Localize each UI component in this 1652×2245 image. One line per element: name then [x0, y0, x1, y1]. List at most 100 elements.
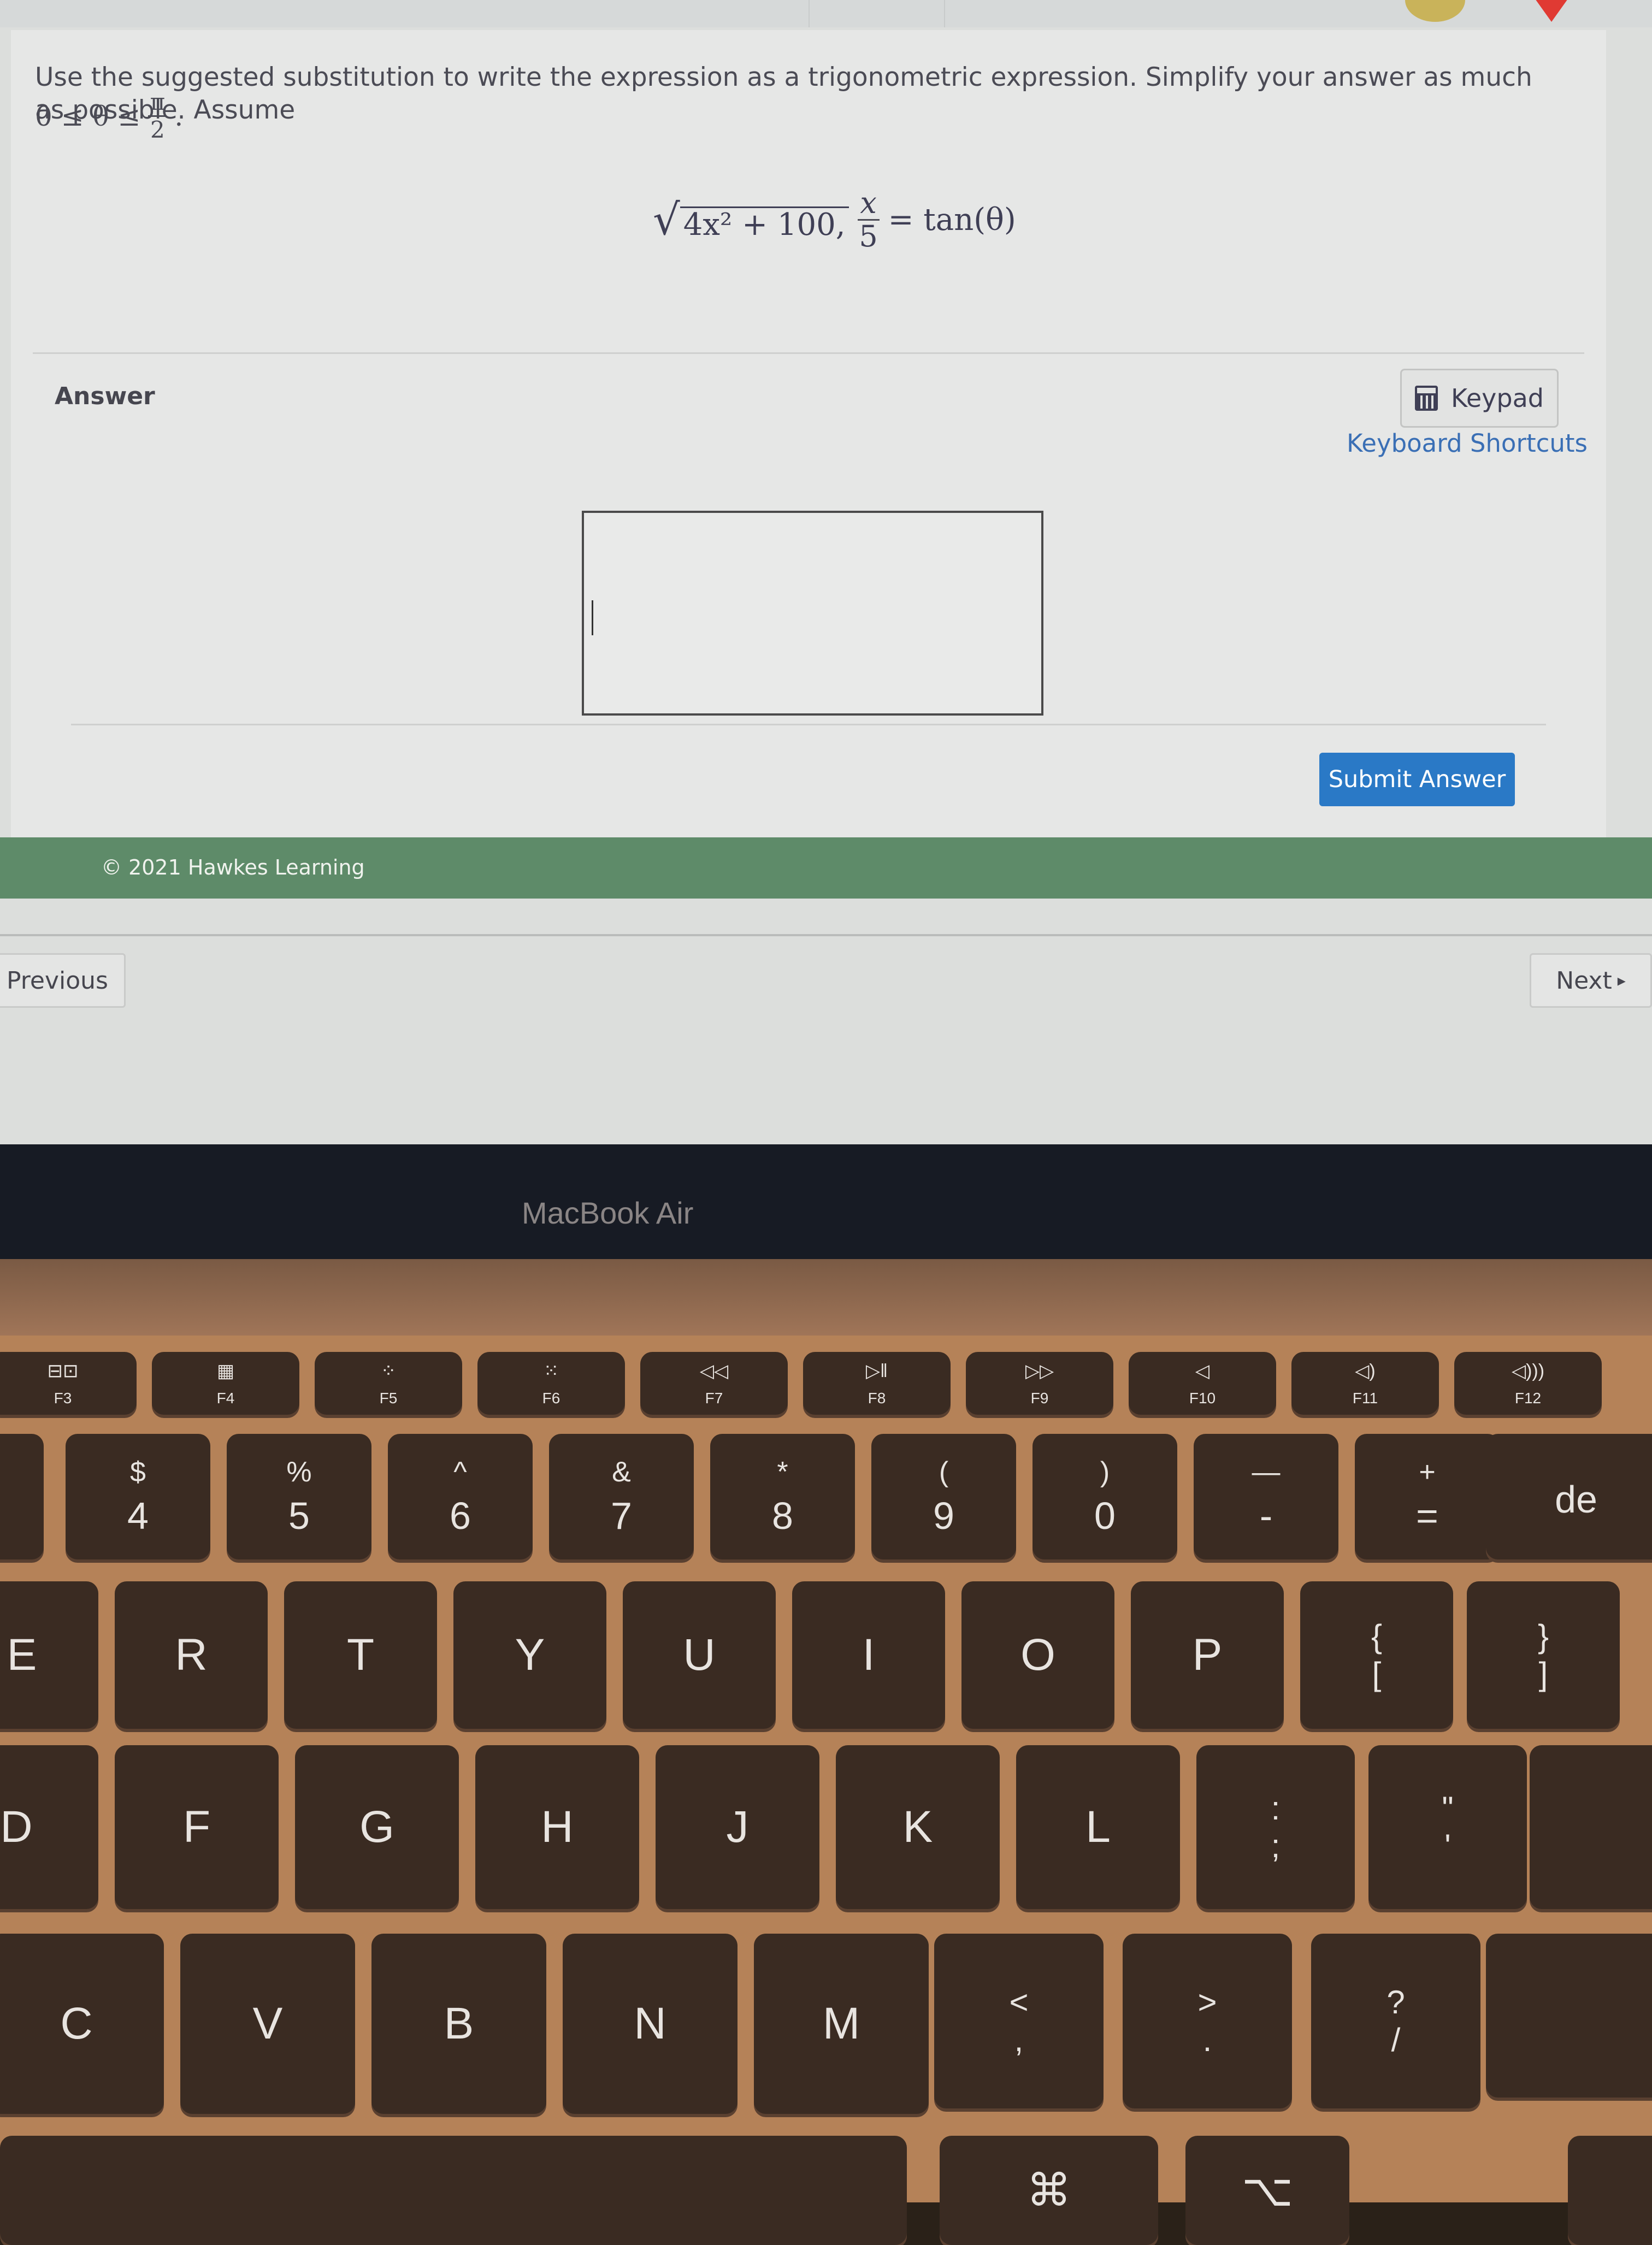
key-label: Y: [515, 1630, 545, 1680]
key-y[interactable]: Y: [453, 1581, 606, 1729]
key-delete[interactable]: de: [1486, 1434, 1652, 1559]
key-semicolon[interactable]: :;: [1196, 1745, 1355, 1909]
keyboard-shortcuts-link[interactable]: Keyboard Shortcuts: [1347, 429, 1588, 458]
key-label: P: [1192, 1630, 1223, 1680]
previous-button[interactable]: Previous: [0, 953, 126, 1008]
key-u[interactable]: U: [623, 1581, 776, 1729]
key--[interactable]: — -: [1194, 1434, 1338, 1559]
next-button[interactable]: Next ▸: [1530, 953, 1652, 1008]
question-prompt: Use the suggested substitution to write …: [35, 62, 1532, 125]
x-over-five: x 5: [857, 188, 880, 251]
volume-up-icon: ◁))): [1511, 1360, 1545, 1381]
key-shift-label: —: [1252, 1456, 1281, 1488]
key-label: F4: [216, 1389, 235, 1407]
next-arrow-icon: ▸: [1617, 971, 1626, 990]
key-0[interactable]: ) 0: [1032, 1434, 1177, 1559]
key-label: F11: [1352, 1389, 1378, 1407]
key-p[interactable]: P: [1131, 1581, 1284, 1729]
laptop-brand: MacBook Air: [522, 1196, 694, 1230]
key-main-label: ,: [1014, 2022, 1024, 2058]
key-shift-right[interactable]: [1486, 1934, 1652, 2098]
key-f3[interactable]: ⊟⊡ F3: [0, 1352, 137, 1415]
key-label: C: [60, 1999, 93, 2048]
key-main-label: -: [1259, 1494, 1273, 1537]
key-label: R: [175, 1630, 208, 1680]
key-t[interactable]: T: [284, 1581, 437, 1729]
key-arrow[interactable]: [1568, 2136, 1652, 2245]
key-label: F5: [379, 1389, 398, 1407]
key-=[interactable]: + =: [1355, 1434, 1500, 1559]
key-g[interactable]: G: [295, 1745, 459, 1909]
keypad-label: Keypad: [1451, 383, 1544, 413]
key-f4[interactable]: ▦ F4: [152, 1352, 299, 1415]
key-bracket-left[interactable]: {[: [1300, 1581, 1453, 1729]
key-label: L: [1085, 1802, 1111, 1852]
command-icon: ⌘: [1026, 2165, 1071, 2216]
browser-top-bar: [0, 0, 1652, 27]
next-label: Next: [1556, 966, 1612, 995]
key-j[interactable]: J: [656, 1745, 819, 1909]
submit-answer-button[interactable]: Submit Answer: [1319, 753, 1515, 806]
key-d[interactable]: D: [0, 1745, 98, 1909]
key-e[interactable]: E: [0, 1581, 98, 1729]
key-main-label: 5: [288, 1494, 310, 1537]
key-8[interactable]: * 8: [710, 1434, 855, 1559]
key-slash[interactable]: ? /: [1311, 1934, 1480, 2108]
key-b[interactable]: B: [371, 1934, 546, 2114]
key-comma[interactable]: <,: [934, 1934, 1104, 2108]
key-period[interactable]: >.: [1123, 1934, 1292, 2108]
key-main-label: 8: [772, 1494, 793, 1537]
key-label: O: [1020, 1630, 1055, 1680]
key-shift-label: *: [777, 1456, 788, 1488]
answer-input[interactable]: [582, 511, 1043, 716]
key-label: U: [683, 1630, 716, 1680]
keyboard-light-up-icon: ⁙: [543, 1360, 559, 1381]
heart-icon: [1524, 0, 1579, 22]
key-f12[interactable]: ◁))) F12: [1454, 1352, 1602, 1415]
key-o[interactable]: O: [961, 1581, 1114, 1729]
key-f[interactable]: F: [115, 1745, 279, 1909]
copyright-text: © 2021 Hawkes Learning: [101, 855, 365, 879]
key-f11[interactable]: ◁) F11: [1291, 1352, 1439, 1415]
launchpad-icon: ▦: [216, 1360, 235, 1381]
key-6[interactable]: ^ 6: [388, 1434, 533, 1559]
key-f5[interactable]: ⁘ F5: [315, 1352, 462, 1415]
key-r[interactable]: R: [115, 1581, 268, 1729]
key-label: G: [359, 1802, 394, 1852]
key-shift-label: >: [1197, 1984, 1217, 2021]
key-shift-label: {: [1371, 1618, 1383, 1655]
assumption-denominator: 2: [150, 116, 165, 143]
key-return[interactable]: [1530, 1745, 1652, 1909]
key-i[interactable]: I: [792, 1581, 945, 1729]
key-v[interactable]: V: [180, 1934, 355, 2114]
key-7[interactable]: & 7: [549, 1434, 694, 1559]
key-5[interactable]: % 5: [227, 1434, 371, 1559]
key-quote[interactable]: " ': [1368, 1745, 1527, 1909]
key-f6[interactable]: ⁙ F6: [477, 1352, 625, 1415]
keyboard-light-down-icon: ⁘: [380, 1360, 397, 1381]
key-c[interactable]: C: [0, 1934, 164, 2114]
key-h[interactable]: H: [475, 1745, 639, 1909]
key-3[interactable]: [0, 1434, 44, 1559]
key-4[interactable]: $4: [66, 1434, 210, 1559]
rewind-icon: ◁◁: [699, 1360, 729, 1381]
key-space[interactable]: [0, 2136, 907, 2245]
key-n[interactable]: N: [563, 1934, 738, 2114]
key-l[interactable]: L: [1016, 1745, 1180, 1909]
key-command[interactable]: ⌘: [940, 2136, 1158, 2245]
calculator-icon: [1415, 386, 1438, 411]
key-9[interactable]: (9: [871, 1434, 1016, 1559]
key-f7[interactable]: ◁◁ F7: [640, 1352, 788, 1415]
key-f10[interactable]: ◁ F10: [1129, 1352, 1276, 1415]
key-main-label: [: [1372, 1656, 1382, 1692]
key-k[interactable]: K: [836, 1745, 1000, 1909]
keypad-button[interactable]: Keypad: [1400, 369, 1559, 428]
key-m[interactable]: M: [754, 1934, 929, 2114]
key-f8[interactable]: ▷‖ F8: [803, 1352, 951, 1415]
key-bracket-right[interactable]: }]: [1467, 1581, 1620, 1729]
key-f9[interactable]: ▷▷ F9: [966, 1352, 1113, 1415]
key-shift-label: +: [1419, 1456, 1436, 1488]
key-option[interactable]: ⌥: [1185, 2136, 1349, 2245]
key-shift-label: <: [1009, 1984, 1029, 2021]
key-label: B: [444, 1999, 474, 2048]
